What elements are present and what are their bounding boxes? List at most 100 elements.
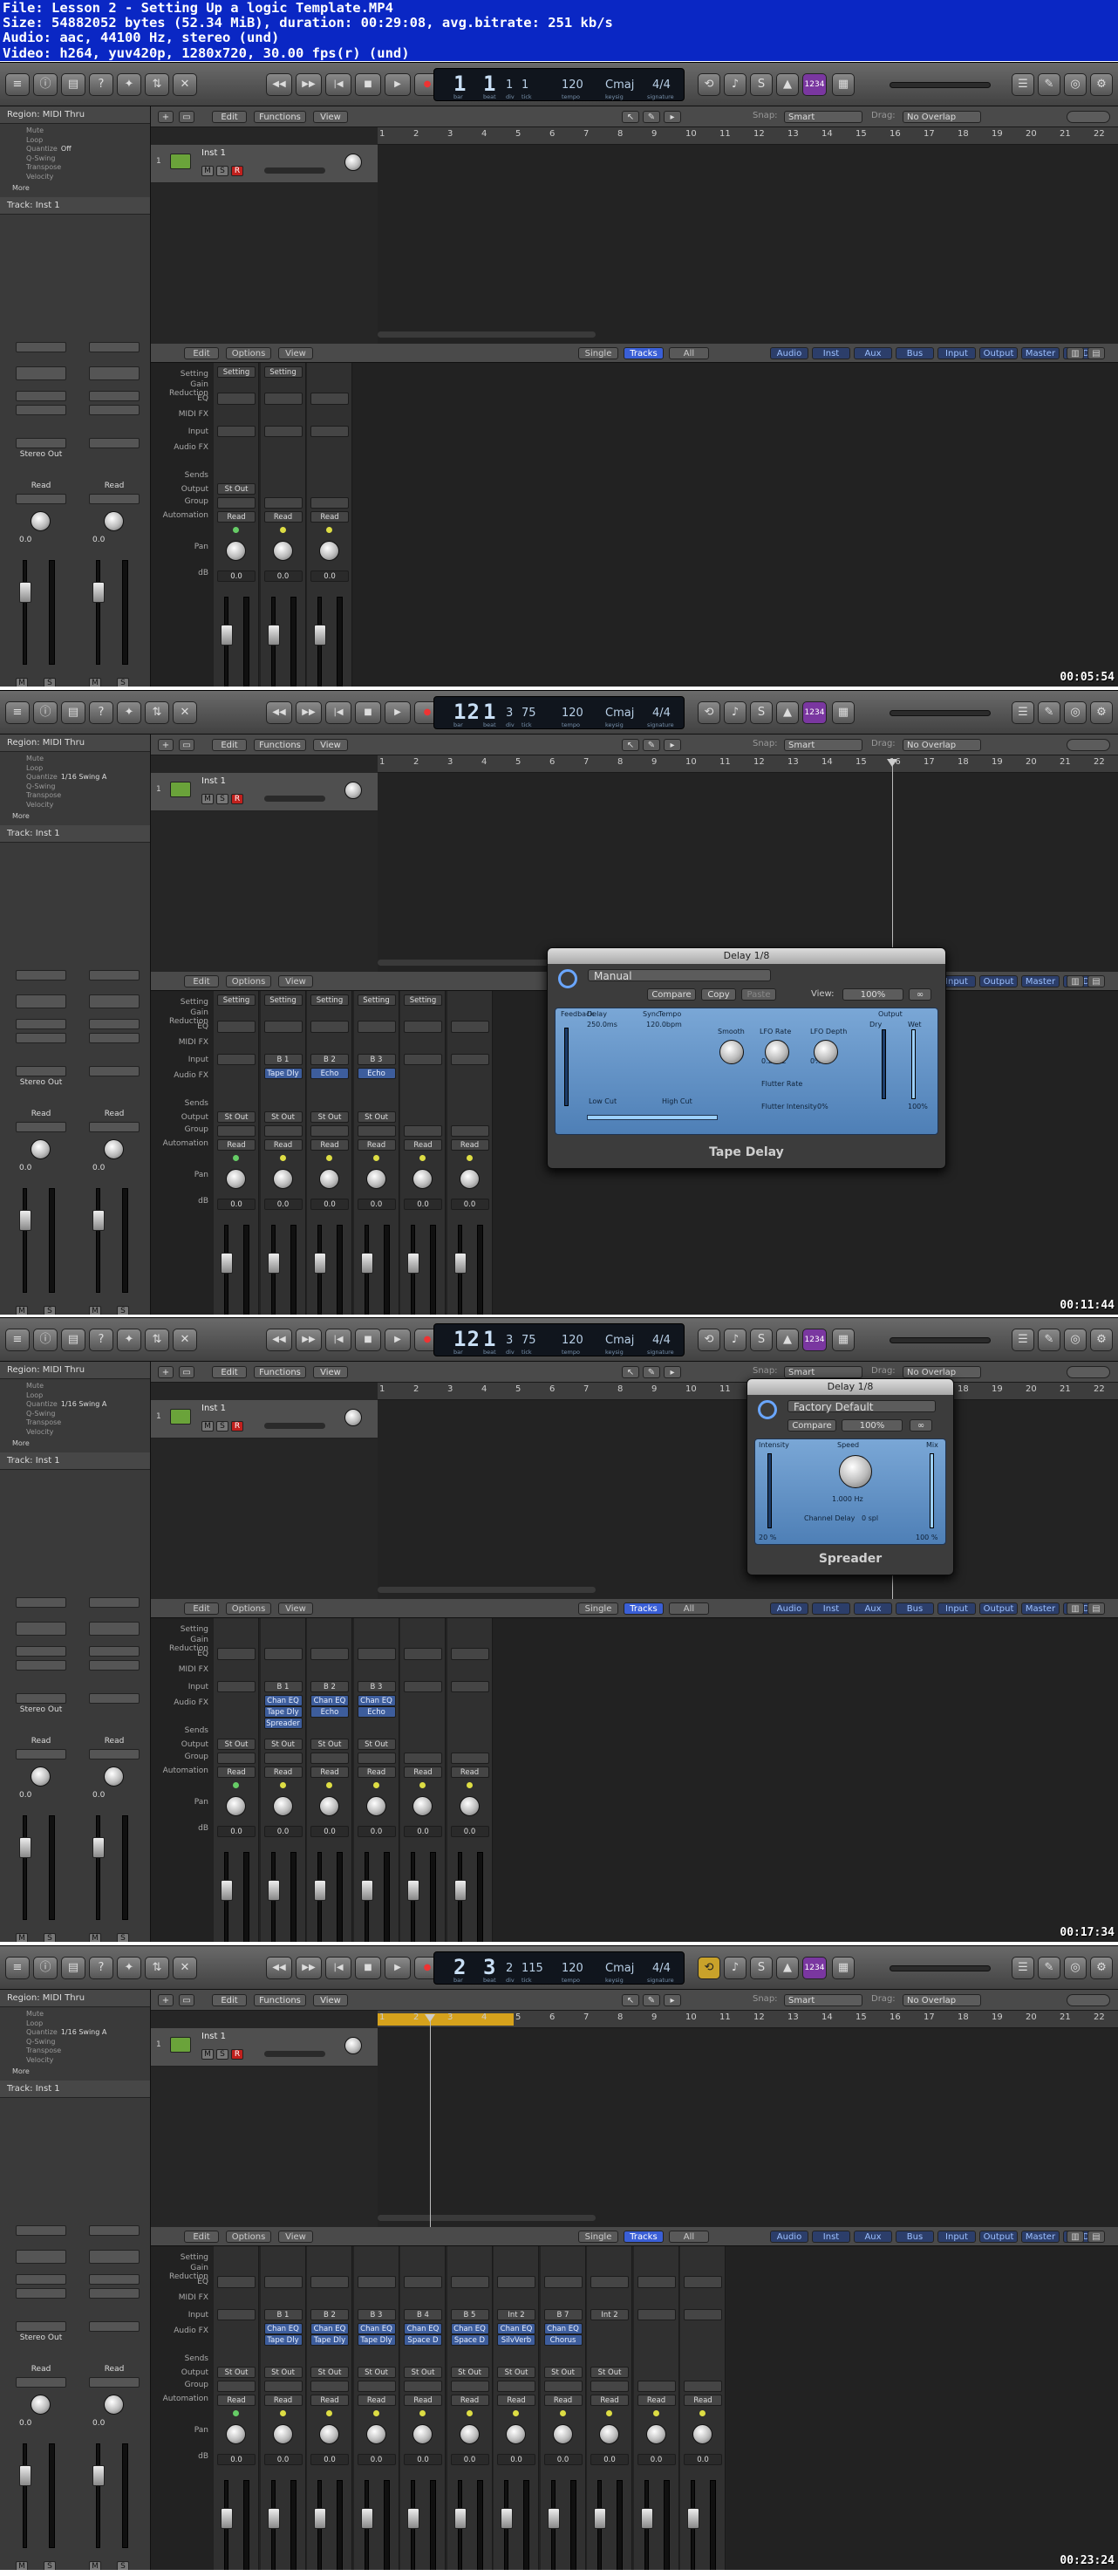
- volume-fader[interactable]: [547, 2508, 560, 2529]
- smart-controls-icon[interactable]: ✦: [117, 73, 141, 96]
- input-slot[interactable]: B 5: [450, 2309, 489, 2320]
- snap-value[interactable]: Smart: [784, 739, 862, 751]
- track-record-button[interactable]: R: [231, 794, 243, 804]
- compare-button[interactable]: Compare: [787, 1419, 836, 1431]
- audio-fx-slot[interactable]: Chan EQ: [404, 2323, 442, 2334]
- catch-icon[interactable]: ▸: [664, 111, 681, 123]
- track-solo-button[interactable]: S: [216, 2049, 228, 2060]
- mixer-view-menu[interactable]: View: [278, 975, 313, 987]
- bypass-power-icon[interactable]: [758, 1400, 777, 1419]
- group-slot[interactable]: [310, 1125, 349, 1137]
- group-slot[interactable]: [89, 1122, 140, 1132]
- mixer-view-single[interactable]: Single: [578, 2231, 618, 2243]
- output-slot[interactable]: [16, 1066, 66, 1076]
- group-slot[interactable]: [16, 1122, 66, 1132]
- pencil-tool-icon[interactable]: ✎: [643, 1994, 660, 2006]
- dry-slider[interactable]: [882, 1029, 886, 1099]
- tuner-icon[interactable]: ♪: [724, 1957, 746, 1979]
- audio-fx-slot[interactable]: Chan EQ: [263, 2323, 303, 2334]
- go-to-start-icon[interactable]: |◀: [325, 1957, 351, 1979]
- volume-fader[interactable]: [267, 1253, 280, 1274]
- intensity-slider[interactable]: [767, 1453, 772, 1528]
- plugin-knob[interactable]: [814, 1040, 838, 1064]
- volume-fader[interactable]: [267, 2508, 280, 2529]
- cutoff-range-slider[interactable]: [587, 1115, 718, 1120]
- mixer-options-menu[interactable]: Options: [226, 1602, 271, 1615]
- link-icon[interactable]: ∞: [910, 1419, 932, 1431]
- audio-fx-slot[interactable]: Chan EQ: [357, 1695, 396, 1706]
- pointer-tool-icon[interactable]: ↖: [622, 111, 639, 123]
- audio-fx-slot[interactable]: Tape Dly: [357, 2334, 396, 2346]
- track-mute-button[interactable]: M: [201, 2049, 214, 2060]
- volume-fader[interactable]: [360, 2508, 373, 2529]
- eq-thumbnail[interactable]: [310, 2276, 349, 2288]
- output-slot[interactable]: St Out: [310, 1739, 349, 1750]
- track-name[interactable]: Inst 1: [201, 1404, 226, 1413]
- pan-knob[interactable]: [104, 1766, 124, 1787]
- pan-knob[interactable]: [31, 2395, 51, 2415]
- group-slot[interactable]: [263, 1753, 303, 1764]
- master-volume-icon[interactable]: ▦: [832, 1957, 855, 1979]
- preset-menu[interactable]: Manual: [588, 969, 771, 982]
- region-param[interactable]: Velocity: [0, 2056, 150, 2066]
- count-in-icon[interactable]: 1234: [802, 1329, 827, 1351]
- region-param[interactable]: Velocity: [0, 173, 150, 182]
- pan-knob[interactable]: [692, 2424, 712, 2444]
- preset-menu[interactable]: Factory Default: [787, 1400, 936, 1413]
- mixer-view-all[interactable]: All: [669, 347, 709, 359]
- pan-knob[interactable]: [272, 541, 293, 561]
- group-slot[interactable]: [263, 1125, 303, 1137]
- output-slot[interactable]: St Out: [357, 2367, 396, 2378]
- bypass-power-icon[interactable]: [558, 969, 577, 988]
- solo-icon[interactable]: S: [750, 1329, 773, 1351]
- feedback-slider[interactable]: [564, 1028, 569, 1106]
- eq-thumbnail[interactable]: [217, 1021, 256, 1033]
- setting-button[interactable]: [16, 2225, 66, 2236]
- mixer-view-tracks[interactable]: Tracks: [624, 1602, 664, 1615]
- group-slot[interactable]: [217, 2381, 256, 2392]
- mixer-view-single[interactable]: Single: [578, 347, 618, 359]
- eq-thumbnail[interactable]: [404, 1021, 442, 1033]
- pan-knob[interactable]: [31, 1139, 51, 1159]
- toolbar-icon[interactable]: ▤: [61, 1957, 85, 1979]
- solo-button[interactable]: S: [117, 678, 129, 687]
- input-slot[interactable]: [89, 1646, 140, 1657]
- group-slot[interactable]: [263, 2381, 303, 2392]
- region-header[interactable]: Region: MIDI Thru: [0, 1362, 150, 1379]
- volume-fader[interactable]: [314, 1880, 326, 1901]
- pan-knob[interactable]: [319, 541, 339, 561]
- loop-browser-icon[interactable]: ◎: [1064, 701, 1087, 724]
- mixer-options-menu[interactable]: Options: [226, 975, 271, 987]
- track-header[interactable]: 1 Inst 1 MSR: [151, 145, 378, 183]
- track-name[interactable]: Inst 1: [201, 2032, 226, 2041]
- library-icon[interactable]: ≡: [5, 1957, 30, 1979]
- audio-fx-slot[interactable]: Echo: [357, 1068, 396, 1079]
- eq-display[interactable]: [16, 1622, 66, 1636]
- timeline[interactable]: [378, 773, 1118, 972]
- eq-thumbnail[interactable]: [497, 2276, 535, 2288]
- solo-button[interactable]: S: [117, 1933, 129, 1942]
- view-menu[interactable]: View: [313, 1994, 348, 2006]
- audio-fx-slot[interactable]: Tape Dly: [263, 1068, 303, 1079]
- setting-button[interactable]: Setting: [217, 366, 256, 378]
- volume-fader[interactable]: [407, 2508, 419, 2529]
- rewind-icon[interactable]: ◀◀: [266, 1329, 292, 1351]
- help-icon[interactable]: ?: [89, 1329, 113, 1351]
- notepad-icon[interactable]: ✎: [1038, 701, 1060, 724]
- lcd-display[interactable]: 1 1 1 1 120 Cmaj 4/4 bar beat div tick tempo keysig s…: [433, 68, 685, 101]
- group-slot[interactable]: [263, 497, 303, 509]
- track-solo-button[interactable]: S: [216, 166, 228, 176]
- track-record-button[interactable]: R: [231, 1421, 243, 1431]
- track-pan-knob[interactable]: [344, 154, 362, 171]
- bar-ruler[interactable]: 12345678910111213141516171819202122: [378, 127, 1118, 145]
- output-slot[interactable]: St Out: [217, 1739, 256, 1750]
- input-slot[interactable]: [89, 391, 140, 401]
- audio-fx-slot[interactable]: Chan EQ: [263, 1695, 303, 1706]
- group-slot[interactable]: [357, 1125, 396, 1137]
- drag-value[interactable]: No Overlap: [903, 739, 981, 751]
- input-slot[interactable]: B 1: [263, 1681, 303, 1692]
- region-param[interactable]: Q-Swing: [0, 782, 150, 792]
- automation-mode[interactable]: Read: [217, 1766, 256, 1778]
- fast-forward-icon[interactable]: ▶▶: [296, 701, 322, 724]
- automation-mode[interactable]: Read: [450, 1766, 489, 1778]
